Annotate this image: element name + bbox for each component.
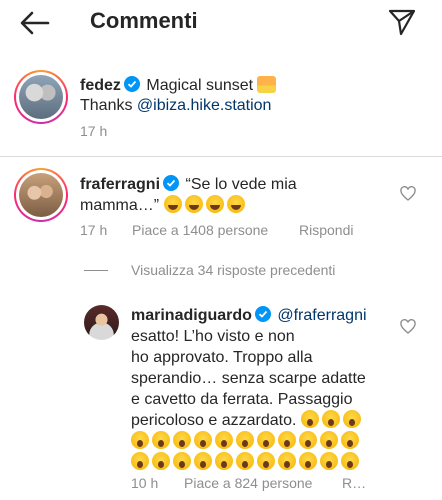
commenter-avatar[interactable] — [14, 168, 68, 222]
screaming-emoji-icon — [236, 452, 254, 470]
comment-text-line1: “Se lo vede mia — [185, 176, 297, 193]
screaming-emoji-icon — [341, 452, 359, 470]
replies-divider-line — [84, 270, 108, 271]
reply-text-line: sperandio… senza scarpe adatte — [131, 370, 366, 387]
screaming-emoji-icon — [320, 431, 338, 449]
screaming-emoji-icon — [215, 431, 233, 449]
screaming-emoji-icon — [131, 452, 149, 470]
back-button[interactable] — [18, 8, 52, 38]
screaming-emoji-icon — [300, 410, 319, 428]
divider — [0, 156, 442, 157]
reply-emoji-row — [131, 452, 362, 473]
screaming-emoji-icon — [342, 410, 361, 428]
screaming-emoji-icon — [152, 431, 170, 449]
like-heart-icon[interactable] — [400, 319, 416, 335]
reply-text-line: ho approvato. Troppo alla — [131, 349, 313, 366]
reply-text-line-last: pericoloso e azzardato. — [131, 410, 364, 431]
screaming-emoji-icon — [278, 431, 296, 449]
verified-badge-icon — [163, 175, 180, 197]
reply-text-line: esatto! L’ho visto e non — [131, 328, 295, 345]
view-replies-link[interactable]: Visualizza 34 risposte precedenti — [131, 262, 335, 278]
screaming-emoji-icon — [173, 452, 191, 470]
screaming-emoji-icon — [341, 431, 359, 449]
laughing-emoji-icon — [163, 195, 182, 213]
comment-time: 17 h — [80, 222, 108, 238]
header-bar: Commenti — [0, 0, 442, 48]
reply-likes[interactable]: Piace a 824 persone — [184, 475, 312, 491]
screaming-emoji-icon — [278, 452, 296, 470]
comment-text-line2: mamma…” — [80, 197, 160, 214]
comment-likes[interactable]: Piace a 1408 persone — [132, 222, 268, 238]
reply-time: 10 h — [131, 475, 159, 491]
avatar-image — [19, 75, 63, 119]
post-thanks-text: Thanks — [80, 97, 133, 114]
like-heart-icon[interactable] — [400, 186, 416, 202]
arrow-left-icon — [20, 11, 50, 35]
post-time: 17 h — [80, 123, 108, 139]
screaming-emoji-icon — [131, 431, 149, 449]
reply-emoji-row — [131, 431, 362, 452]
paper-plane-icon — [388, 9, 416, 36]
screaming-emoji-icon — [194, 431, 212, 449]
laughing-emoji-icon — [205, 195, 224, 213]
page-title: Commenti — [90, 8, 198, 33]
send-button[interactable] — [386, 6, 418, 38]
reply-line-header: marinadiguardo @fraferragni — [131, 305, 367, 328]
avatar-image — [19, 173, 63, 217]
screaming-emoji-icon — [299, 452, 317, 470]
reply-reply-button[interactable]: R… — [342, 475, 366, 491]
reply-text-line: e cavetto da ferrata. Passaggio — [131, 391, 353, 408]
comment-line2: mamma…” — [80, 195, 248, 216]
screaming-emoji-icon — [194, 452, 212, 470]
screaming-emoji-icon — [320, 452, 338, 470]
post-username[interactable]: fedez — [80, 77, 121, 94]
screaming-emoji-icon — [321, 410, 340, 428]
laughing-emoji-icon — [184, 195, 203, 213]
comment-reply-button[interactable]: Rispondi — [299, 222, 353, 238]
screaming-emoji-icon — [152, 452, 170, 470]
reply-username[interactable]: marinadiguardo — [131, 307, 252, 324]
reply-text-line: pericoloso e azzardato. — [131, 412, 297, 429]
screaming-emoji-icon — [236, 431, 254, 449]
verified-badge-icon — [254, 306, 271, 328]
comment-line1: fraferragni “Se lo vede mia — [80, 174, 297, 197]
reply-mention-link[interactable]: @fraferragni — [277, 307, 366, 324]
post-mention-link[interactable]: @ibiza.hike.station — [137, 97, 272, 114]
comment-username[interactable]: fraferragni — [80, 176, 160, 193]
screaming-emoji-icon — [257, 431, 275, 449]
post-caption-line2: Thanks @ibiza.hike.station — [80, 95, 271, 116]
laughing-emoji-icon — [226, 195, 245, 213]
sunset-emoji-icon — [257, 76, 277, 93]
screaming-emoji-icon — [173, 431, 191, 449]
screaming-emoji-icon — [299, 431, 317, 449]
reply-avatar[interactable] — [84, 305, 119, 340]
avatar[interactable] — [14, 70, 68, 124]
post-caption-text: Magical sunset — [146, 77, 254, 94]
screaming-emoji-icon — [215, 452, 233, 470]
screaming-emoji-icon — [257, 452, 275, 470]
